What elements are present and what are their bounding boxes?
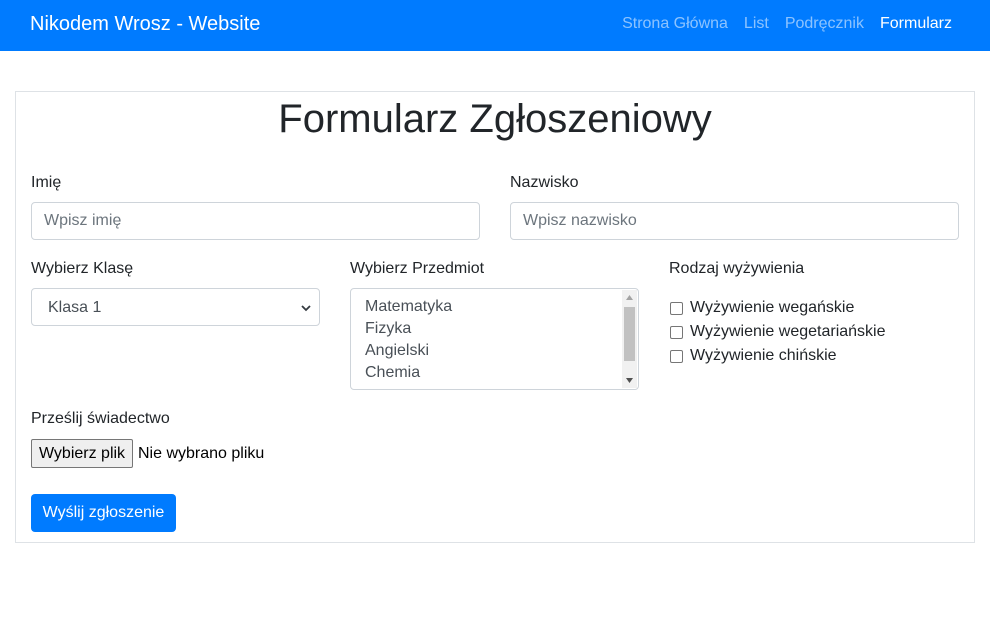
- nav-links: Strona Główna List Podręcznik Formularz: [622, 14, 952, 34]
- diet-option-vegetarian[interactable]: Wyżywienie wegetariańskie: [669, 322, 886, 342]
- chevron-down-icon: [301, 305, 311, 312]
- subject-option[interactable]: Chemia: [365, 363, 420, 383]
- nav-link-handbook[interactable]: Podręcznik: [785, 14, 864, 34]
- checkbox-label[interactable]: Wyżywienie chińskie: [690, 346, 837, 366]
- listbox-scrollbar[interactable]: [622, 290, 637, 388]
- class-select[interactable]: Klasa 1: [31, 288, 320, 326]
- submit-button[interactable]: Wyślij zgłoszenie: [31, 494, 176, 532]
- checkbox[interactable]: [670, 325, 683, 339]
- subject-option[interactable]: Angielski: [365, 341, 429, 361]
- diet-option-chinese[interactable]: Wyżywienie chińskie: [669, 346, 837, 366]
- nav-link-home[interactable]: Strona Główna: [622, 14, 728, 34]
- checkbox-label[interactable]: Wyżywienie wegetariańskie: [690, 322, 886, 342]
- checkbox[interactable]: [670, 301, 683, 315]
- first-name-input[interactable]: [31, 202, 480, 240]
- subject-listbox[interactable]: Matematyka Fizyka Angielski Chemia: [350, 288, 639, 390]
- nav-link-list[interactable]: List: [744, 14, 769, 34]
- scrollbar-thumb[interactable]: [624, 307, 635, 361]
- subject-list-label: Wybierz Przedmiot: [350, 260, 485, 277]
- last-name-label: Nazwisko: [510, 174, 579, 191]
- checkbox[interactable]: [670, 349, 683, 363]
- certificate-label: Prześlij świadectwo: [31, 410, 170, 427]
- first-name-label: Imię: [31, 174, 62, 191]
- class-select-label: Wybierz Klasę: [31, 260, 134, 277]
- last-name-input[interactable]: [510, 202, 959, 240]
- page-title: Formularz Zgłoszeniowy: [278, 97, 712, 141]
- diet-option-vegan[interactable]: Wyżywienie wegańskie: [669, 298, 854, 318]
- checkbox-label[interactable]: Wyżywienie wegańskie: [690, 298, 854, 318]
- navbar: Nikodem Wrosz - Website Strona Główna Li…: [0, 0, 990, 51]
- class-select-value: Klasa 1: [48, 299, 102, 316]
- subject-option[interactable]: Fizyka: [365, 319, 411, 339]
- subject-option[interactable]: Matematyka: [365, 297, 452, 317]
- navbar-brand[interactable]: Nikodem Wrosz - Website: [30, 12, 260, 36]
- diet-label: Rodzaj wyżywienia: [669, 260, 805, 277]
- choose-file-button[interactable]: Wybierz plik: [31, 439, 133, 468]
- nav-link-form[interactable]: Formularz: [880, 14, 952, 34]
- file-status-text: Nie wybrano pliku: [138, 445, 265, 462]
- scroll-up-arrow-icon[interactable]: [625, 294, 634, 301]
- scroll-down-arrow-icon[interactable]: [625, 377, 634, 384]
